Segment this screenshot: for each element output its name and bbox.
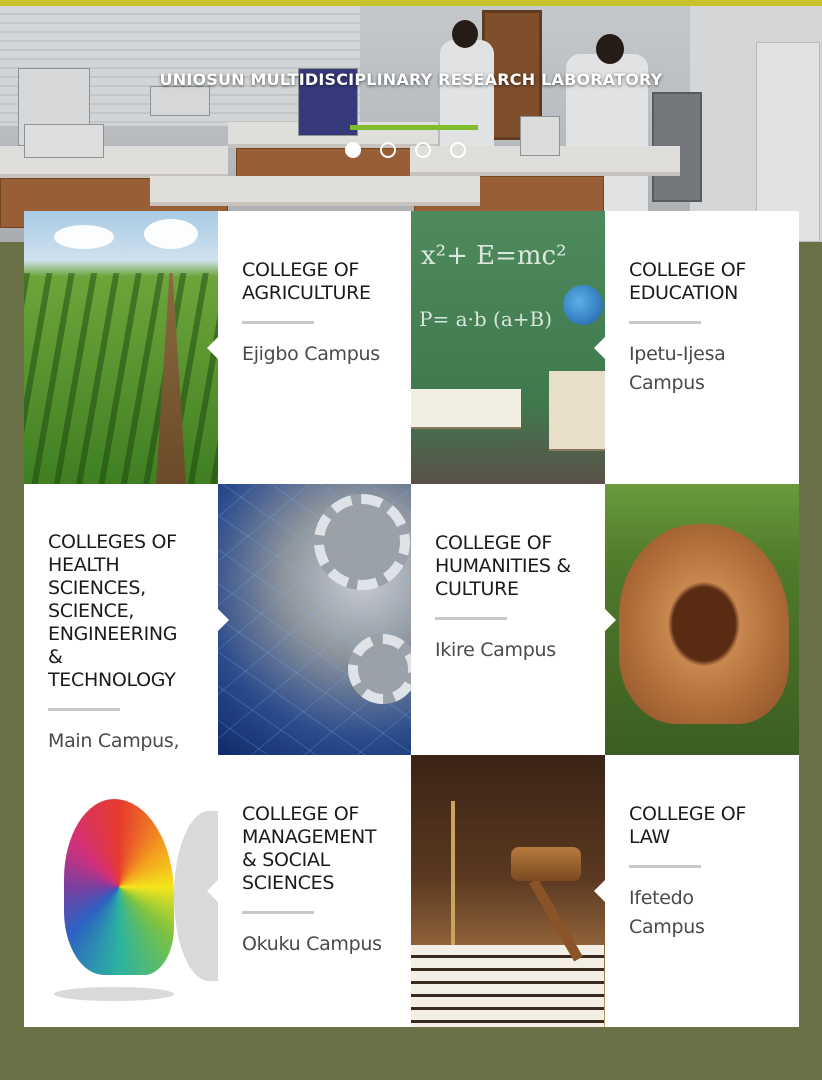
open-book	[411, 389, 521, 429]
chalk-formula: x²+ E=mc²	[421, 241, 567, 271]
gear-icon	[348, 634, 411, 704]
colleges-grid: COLLEGE OF AGRICULTURE Ejigbo Campus x²+…	[24, 211, 799, 1027]
slider-pagination	[345, 142, 466, 160]
carved-rock	[619, 524, 789, 724]
college-title[interactable]: COLLEGE OF MANAGEMENT & SOCIAL SCIENCES	[242, 803, 399, 895]
chalkboard-books-image[interactable]: x²+ E=mc² P= a·b (a+B)	[411, 211, 605, 484]
college-card-health-science-engineering[interactable]: COLLEGES OF HEALTH SCIENCES, SCIENCE, EN…	[24, 484, 229, 781]
campus-name: Ikire Campus	[435, 639, 556, 661]
college-card-management-social-sciences[interactable]: COLLEGE OF MANAGEMENT & SOCIAL SCIENCES …	[207, 755, 411, 1027]
slider-dot-3[interactable]	[415, 142, 431, 158]
college-title[interactable]: COLLEGE OF HUMANITIES & CULTURE	[435, 532, 593, 601]
gear-icon	[314, 494, 410, 590]
crop-field-image[interactable]	[24, 211, 218, 484]
card-pointer	[594, 336, 605, 359]
college-title[interactable]: COLLEGE OF AGRICULTURE	[242, 259, 399, 305]
hero-caption-underline	[350, 125, 478, 130]
divider	[629, 865, 701, 868]
card-pointer	[218, 608, 229, 631]
slider-dot-4[interactable]	[450, 142, 466, 158]
hero-caption: UNIOSUN MULTIDISCIPLINARY RESEARCH LABOR…	[159, 70, 663, 89]
scales-of-justice-icon	[451, 801, 455, 951]
slider-dot-1[interactable]	[345, 142, 361, 158]
crop-rows	[24, 273, 218, 484]
college-card-humanities-culture[interactable]: COLLEGE OF HUMANITIES & CULTURE Ikire Ca…	[411, 484, 616, 755]
college-title[interactable]: COLLEGES OF HEALTH SCIENCES, SCIENCE, EN…	[48, 531, 206, 692]
gavel-scales-image[interactable]	[411, 755, 605, 1027]
cloud	[54, 225, 114, 249]
head-shadow	[54, 987, 174, 1001]
campus-name: Ipetu-Ijesa Campus	[629, 343, 726, 394]
college-card-education[interactable]: COLLEGE OF EDUCATION Ipetu-Ijesa Campus	[594, 211, 799, 484]
globe-icon	[563, 285, 603, 325]
divider	[242, 911, 314, 914]
college-card-law[interactable]: COLLEGE OF LAW Ifetedo Campus	[594, 755, 799, 1027]
college-title[interactable]: COLLEGE OF LAW	[629, 803, 787, 849]
divider	[48, 708, 120, 711]
cloud	[144, 219, 198, 249]
card-pointer	[207, 880, 218, 902]
card-pointer	[605, 608, 616, 631]
colorful-head	[64, 799, 174, 975]
hero-overlay	[0, 6, 822, 242]
chalk-formula: P= a·b (a+B)	[419, 307, 552, 331]
card-pointer	[207, 336, 218, 359]
campus-name: Okuku Campus	[242, 933, 382, 955]
book-stack	[549, 371, 605, 451]
college-card-agriculture[interactable]: COLLEGE OF AGRICULTURE Ejigbo Campus	[207, 211, 411, 484]
divider	[629, 321, 701, 324]
slider-dot-2[interactable]	[380, 142, 396, 158]
campus-name: Ejigbo Campus	[242, 343, 380, 365]
hero-slider[interactable]: UNIOSUN MULTIDISCIPLINARY RESEARCH LABOR…	[0, 6, 822, 242]
card-pointer	[594, 880, 605, 902]
campus-name: Ifetedo Campus	[629, 887, 705, 938]
carved-rock-shrine-image[interactable]	[605, 484, 799, 755]
gavel-icon	[511, 847, 581, 881]
divider	[435, 617, 507, 620]
gears-microscope-image[interactable]	[218, 484, 411, 755]
divider	[242, 321, 314, 324]
college-title[interactable]: COLLEGE OF EDUCATION	[629, 259, 787, 305]
colorful-mind-image[interactable]	[24, 755, 218, 1027]
